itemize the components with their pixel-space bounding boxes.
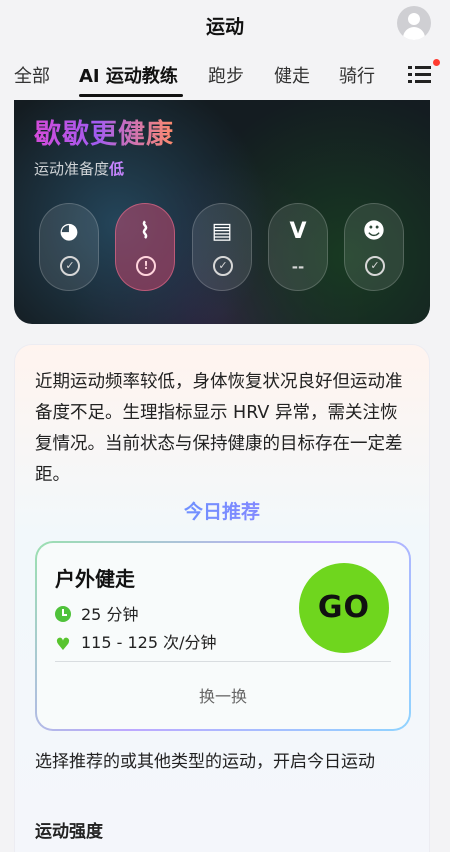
activity-name: 户外健走 (55, 567, 135, 591)
category-tabs: 全部 AI 运动教练 跑步 健走 骑行 (0, 52, 450, 98)
active-tab-indicator (79, 94, 183, 97)
vitality-v-icon: V (289, 219, 307, 244)
sleep-moon-icon: ◕ (59, 219, 79, 244)
heart-rate-wave-icon: ⌇ (139, 219, 151, 244)
report-document-icon: ▤ (211, 219, 233, 244)
avatar-body (403, 27, 425, 40)
go-button[interactable]: GO (299, 563, 389, 653)
indicator-report[interactable]: ▤ ✓ (192, 203, 252, 291)
check-icon: ✓ (60, 256, 80, 276)
tab-walking[interactable]: 健走 (274, 62, 310, 88)
status-summary: 近期运动频率较低，身体恢复状况良好但运动准备度不足。生理指标显示 HRV 异常，… (35, 372, 403, 485)
recommended-activity-card[interactable]: 户外健走 25 分钟 ♥ 115 - 125 次/分钟 GO 换一换 (35, 541, 411, 731)
menu-line (415, 66, 431, 69)
indicator-vitality[interactable]: V -- (268, 203, 328, 291)
intensity-heading: 运动强度 (35, 822, 103, 842)
no-data-dash: -- (291, 258, 305, 276)
heart-rate-row: ♥ 115 - 125 次/分钟 (55, 629, 217, 655)
check-icon: ✓ (365, 256, 385, 276)
readiness-level: 低 (109, 160, 125, 178)
choose-activity-hint: 选择推荐的或其他类型的运动，开启今日运动 (35, 752, 375, 772)
recommendation-panel: 近期运动频率较低，身体恢复状况良好但运动准备度不足。生理指标显示 HRV 异常，… (14, 344, 430, 852)
check-icon: ✓ (213, 256, 233, 276)
menu-dot (408, 80, 412, 83)
tab-ai-coach[interactable]: AI 运动教练 (79, 62, 178, 88)
menu-line (415, 80, 431, 83)
readiness-label: 运动准备度 (34, 160, 110, 178)
tab-running[interactable]: 跑步 (208, 62, 244, 88)
indicator-mood[interactable]: ☻ ✓ (344, 203, 404, 291)
today-recommend-title: 今日推荐 (15, 497, 429, 524)
avatar[interactable] (397, 6, 431, 40)
page-title: 运动 (205, 16, 244, 38)
readiness-headline: 歇歇更健康 (34, 112, 174, 151)
notification-dot (433, 59, 440, 66)
list-menu-icon[interactable] (408, 59, 440, 86)
duration-row: 25 分钟 (55, 601, 138, 625)
top-bar: 运动 (0, 0, 450, 48)
duration-value: 25 分钟 (81, 605, 139, 624)
tab-all[interactable]: 全部 (14, 62, 50, 88)
mood-face-icon: ☻ (362, 219, 386, 244)
warning-icon: ! (136, 256, 156, 276)
menu-dot (408, 66, 412, 69)
avatar-head (408, 13, 420, 25)
heart-rate-value: 115 - 125 次/分钟 (81, 633, 217, 652)
tab-cycling[interactable]: 骑行 (339, 62, 375, 88)
clock-icon (55, 606, 71, 622)
divider (55, 661, 391, 662)
readiness-row: 运动准备度低 (34, 158, 124, 179)
heart-icon: ♥ (55, 635, 71, 655)
indicator-heart-rate[interactable]: ⌇ ! (115, 203, 175, 291)
menu-dot (408, 73, 412, 76)
indicator-sleep[interactable]: ◕ ✓ (39, 203, 99, 291)
menu-line (415, 73, 431, 76)
readiness-card: 歇歇更健康 运动准备度低 ◕ ✓ ⌇ ! ▤ ✓ V -- ☻ ✓ (14, 100, 430, 324)
swap-button[interactable]: 换一换 (37, 683, 409, 707)
